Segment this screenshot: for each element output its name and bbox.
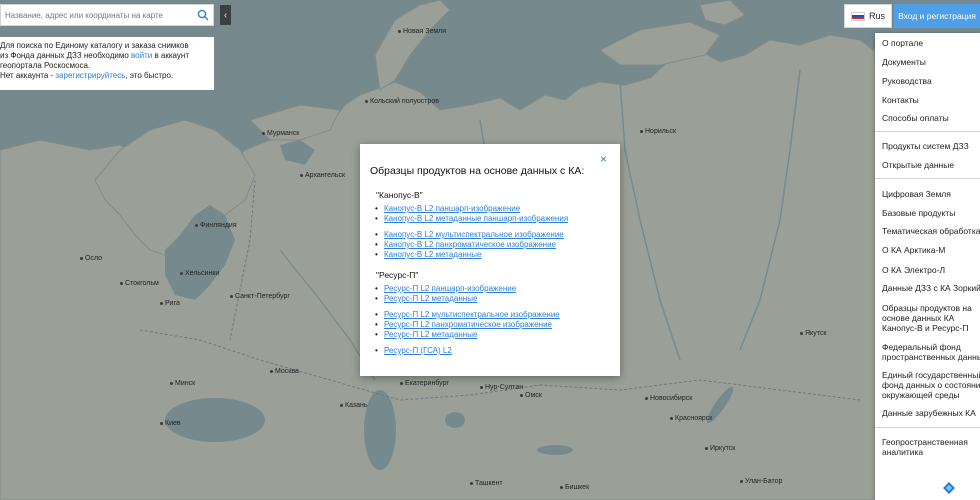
menu-divider [875,427,980,428]
sample-link[interactable]: Ресурс-П L2 метаданные [375,294,477,304]
menu-item-state-fund-line2[interactable]: фонд данных о состоянии [882,380,980,390]
chevron-left-icon[interactable]: ‹ [220,5,231,25]
menu-item-guides[interactable]: Руководства [882,76,980,86]
menu-item-samples-line2[interactable]: основе данных КА [882,313,980,323]
menu-item-zorkiy[interactable]: Данные ДЗЗ с КА Зоркий [882,283,980,293]
layers-icon[interactable] [936,476,962,500]
group-kanopus-label: "Канопус-В" [376,190,423,200]
sample-link[interactable]: Канопус-В L2 метаданные паншарп-изображе… [375,214,568,224]
menu-divider [875,131,980,132]
menu-item-documents[interactable]: Документы [882,57,980,67]
info-text: из Фонда данных ДЗЗ необходимо [0,51,132,60]
menu-item-foreign-sats[interactable]: Данные зарубежных КА [882,408,980,418]
menu-item-federal-fund[interactable]: Федеральный фонд [882,342,980,352]
samples-modal: × Образцы продуктов на основе данных с К… [360,144,620,376]
menu-item-about[interactable]: О портале [882,38,980,48]
sample-link[interactable]: Канопус-В L2 панхроматическое изображени… [375,240,556,250]
search-icon[interactable] [193,5,213,25]
info-text: в аккаунт [152,51,189,60]
menu-item-samples-line3[interactable]: Канопус-В и Ресурс-П [882,323,980,333]
menu-item-dzz-products[interactable]: Продукты систем ДЗЗ [882,141,980,151]
sample-link[interactable]: Ресурс-П L2 метаданные [375,330,477,340]
info-line: из Фонда данных ДЗЗ необходимо войти в а… [0,51,210,61]
language-selector[interactable]: Rus [844,4,892,28]
search-box [0,4,214,26]
menu-item-contacts[interactable]: Контакты [882,95,980,105]
sample-link[interactable]: Канопус-В L2 мультиспектральное изображе… [375,230,564,240]
login-info-panel: Для поиска по Единому каталогу и заказа … [0,37,214,90]
search-input[interactable] [1,6,193,24]
sample-link[interactable]: Канопус-В L2 метаданные [375,250,481,260]
menu-item-arktika[interactable]: О КА Арктика-М [882,245,980,255]
sample-link[interactable]: Ресурс-П L2 панхроматическое изображение [375,320,552,330]
menu-item-payment[interactable]: Способы оплаты [882,113,980,123]
language-label: Rus [868,11,885,21]
menu-item-samples[interactable]: Образцы продуктов на [882,303,980,313]
sample-link[interactable]: Ресурс-П (ГСА) L2 [375,346,452,356]
sample-link[interactable]: Ресурс-П L2 паншарп-изображение [375,284,516,294]
menu-item-federal-fund-line2[interactable]: пространственных данных [882,352,980,362]
side-menu: О портале Документы Руководства Контакты… [875,33,980,500]
group-resurs-label: "Ресурс-П" [376,270,419,280]
menu-divider [875,178,980,179]
register-link[interactable]: зарегистрируйтесь [55,71,125,80]
sample-link[interactable]: Канопус-В L2 паншарп-изображение [375,204,520,214]
info-text: , это быстро. [125,71,174,80]
info-text: Нет аккаунта - [0,71,56,80]
modal-title: Образцы продуктов на основе данных с КА: [370,165,585,177]
menu-item-elektro[interactable]: О КА Электро-Л [882,265,980,275]
menu-item-state-fund-line3[interactable]: окружающей среды [882,390,980,400]
info-line: Нет аккаунта - зарегистрируйтесь, это бы… [0,71,210,81]
close-icon[interactable]: × [600,152,607,166]
login-link[interactable]: войти [131,51,152,60]
menu-item-open-data[interactable]: Открытые данные [882,160,980,170]
menu-item-geo-analytics-line2[interactable]: аналитика [882,447,980,457]
sample-link[interactable]: Ресурс-П L2 мультиспектральное изображен… [375,310,560,320]
info-line: геопортала Роскосмоса. [0,61,91,70]
menu-item-digital-earth[interactable]: Цифровая Земля [882,189,980,199]
menu-item-state-fund[interactable]: Единый государственный [882,370,980,380]
login-register-button[interactable]: Вход и регистрация [894,4,980,28]
menu-item-base-products[interactable]: Базовые продукты [882,208,980,218]
info-line: Для поиска по Единому каталогу и заказа … [0,41,189,50]
russia-flag-icon [850,11,865,21]
menu-item-geo-analytics[interactable]: Геопространственная [882,437,980,447]
menu-item-thematic[interactable]: Тематическая обработка [882,226,980,236]
